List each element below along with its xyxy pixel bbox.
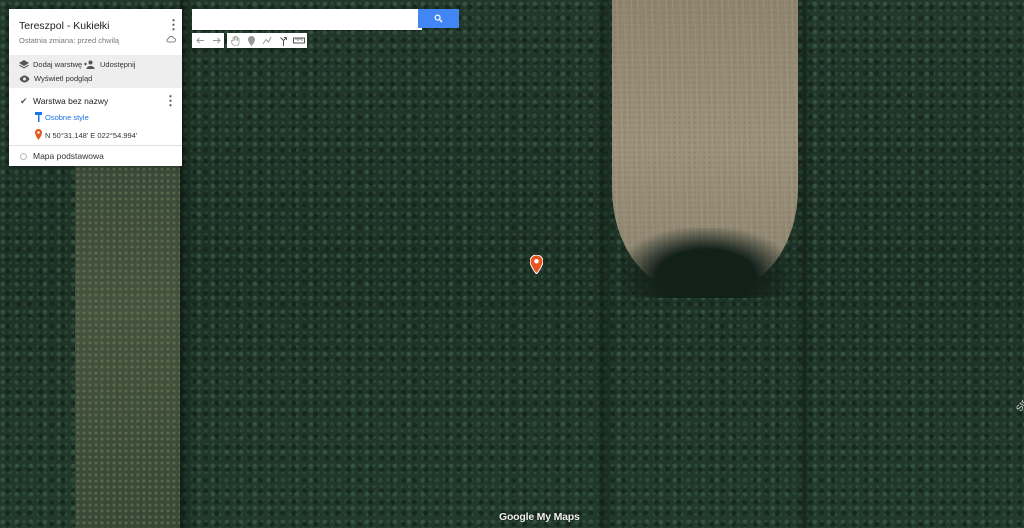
- directions-button[interactable]: [275, 33, 291, 48]
- brand-text: Google My Maps: [499, 511, 580, 523]
- map-toolbar: [192, 33, 307, 48]
- marker-icon: [247, 35, 255, 46]
- tools-group: [227, 33, 307, 48]
- last-change-text: Ostatnia zmiana: przed chwilą: [19, 36, 120, 45]
- select-tool-button[interactable]: [227, 33, 243, 48]
- directions-icon: [279, 36, 287, 46]
- share-button[interactable]: Udostępnij: [84, 60, 135, 69]
- hand-icon: [230, 35, 239, 46]
- preview-label: Wyświetl podgląd: [34, 74, 93, 83]
- place-item[interactable]: N 50°31.148' E 022°54.994': [45, 131, 137, 140]
- undo-button[interactable]: [192, 33, 208, 48]
- individual-styles-link[interactable]: Osobne style: [45, 113, 89, 122]
- layer-item: ✔ Warstwa bez nazwy Osobne style N 50°31…: [9, 88, 182, 146]
- pin-icon: [35, 129, 42, 140]
- cloud-icon: [166, 36, 176, 43]
- check-icon[interactable]: ✔: [20, 96, 28, 107]
- search-input[interactable]: [192, 9, 422, 30]
- panel-actions: Dodaj warstwę Udostępnij Wyświetl podglą…: [9, 55, 182, 88]
- map-legend-panel: Tereszpol - Kukiełki Ostatnia zmiana: pr…: [9, 9, 182, 166]
- layer-title[interactable]: Warstwa bez nazwy: [33, 96, 108, 106]
- layers-icon: [19, 60, 29, 69]
- tree-shadow: [618, 228, 794, 298]
- google-my-maps-logo: Google My Maps: [499, 511, 580, 523]
- forest-road: [798, 0, 810, 528]
- add-layer-button[interactable]: Dodaj warstwę: [19, 60, 82, 69]
- search-button[interactable]: [418, 9, 459, 28]
- redo-button[interactable]: [208, 33, 224, 48]
- add-layer-label: Dodaj warstwę: [33, 60, 83, 69]
- measure-button[interactable]: [291, 33, 307, 48]
- base-map-label: Mapa podstawowa: [33, 151, 104, 161]
- clearing-strip: [75, 160, 180, 528]
- forest-road: [596, 0, 612, 528]
- line-icon: [262, 36, 272, 45]
- ruler-icon: [293, 37, 305, 44]
- map-pin-marker[interactable]: [530, 255, 543, 274]
- redo-icon: [212, 37, 221, 44]
- paint-roller-icon: [35, 112, 42, 122]
- expand-icon[interactable]: [20, 153, 27, 160]
- search-icon: [434, 14, 443, 23]
- preview-button[interactable]: Wyświetl podgląd: [19, 74, 92, 83]
- add-marker-button[interactable]: [243, 33, 259, 48]
- layer-kebab-menu-icon[interactable]: [164, 93, 177, 109]
- panel-header: Tereszpol - Kukiełki Ostatnia zmiana: pr…: [9, 9, 182, 55]
- map-title[interactable]: Tereszpol - Kukiełki: [19, 20, 109, 32]
- base-map-item[interactable]: Mapa podstawowa: [9, 146, 182, 166]
- draw-line-button[interactable]: [259, 33, 275, 48]
- forest-edge-shadow: [180, 0, 194, 528]
- add-person-icon: [84, 60, 95, 69]
- share-label: Udostępnij: [100, 60, 136, 69]
- history-group: [192, 33, 224, 48]
- undo-icon: [195, 37, 204, 44]
- kebab-menu-icon[interactable]: [167, 17, 180, 33]
- eye-icon: [19, 75, 30, 82]
